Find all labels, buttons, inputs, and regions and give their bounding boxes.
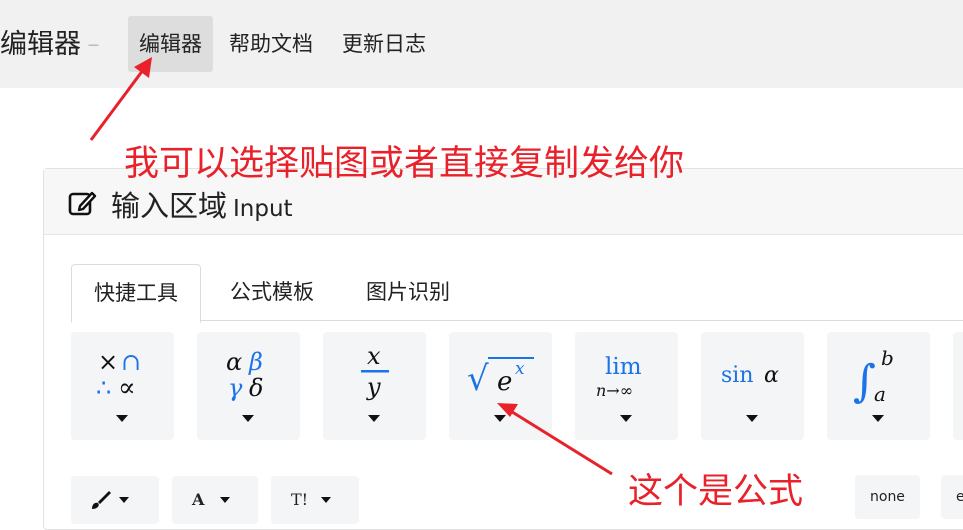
chevron-down-icon <box>116 415 128 422</box>
glyph: ∴ <box>96 374 111 402</box>
annotation-top: 我可以选择贴图或者直接复制发给你 <box>124 144 685 184</box>
chevron-down-icon <box>872 415 884 422</box>
glyph: γ <box>228 374 243 402</box>
glyph: × <box>98 348 118 376</box>
glyph: b <box>881 346 894 370</box>
glyph: e <box>497 367 512 397</box>
tool-greek-letters[interactable]: α β γ δ <box>197 332 300 440</box>
tool-operators[interactable]: × ∩ ∴ ∝ <box>71 332 174 440</box>
font-button[interactable]: A <box>172 476 258 524</box>
tool-fraction[interactable]: x y <box>323 332 426 440</box>
glyph: y <box>366 373 381 401</box>
text-size-button[interactable]: T! <box>271 476 359 524</box>
glyph: ∫ <box>853 356 876 407</box>
brand-logo: 编辑器 <box>0 29 81 60</box>
nav-editor[interactable]: 编辑器 <box>128 16 213 72</box>
glyph: x <box>367 342 381 370</box>
tabs-divider <box>71 320 963 321</box>
chevron-down-icon <box>620 415 632 422</box>
tool-limit[interactable]: lim n→∞ <box>575 332 678 440</box>
operators-icon: × ∩ ∴ ∝ <box>96 348 141 403</box>
chevron-down-icon <box>368 415 380 422</box>
glyph: a <box>874 382 886 406</box>
radical-exponent-icon: √ e x <box>467 357 534 399</box>
glyph: √ <box>467 359 489 399</box>
integral-icon: ∫ b a <box>853 346 894 407</box>
tab-formula-templates[interactable]: 公式模板 <box>208 264 336 320</box>
nav-help-docs[interactable]: 帮助文档 <box>218 16 324 72</box>
limit-icon: lim n→∞ <box>596 354 642 400</box>
tool-integral[interactable]: ∫ b a <box>827 332 930 440</box>
fraction-icon: x y <box>361 342 389 401</box>
glyph: lim <box>605 354 642 380</box>
glyph: sin <box>721 363 754 388</box>
glyph: δ <box>249 374 263 402</box>
tool-trig[interactable]: sin α <box>701 332 804 440</box>
glyph: α <box>764 363 779 388</box>
chevron-down-icon <box>321 497 331 503</box>
tool-more[interactable] <box>953 332 963 440</box>
chevron-down-icon <box>220 497 230 503</box>
chevron-down-icon <box>119 497 129 503</box>
card-title: 输入区域 Input <box>111 183 293 225</box>
card-title-sub: Input <box>233 196 293 222</box>
glyph: α <box>226 348 242 376</box>
trig-icon: sin α <box>721 363 779 388</box>
glyph: ∩ <box>121 348 141 376</box>
glyph: ∝ <box>118 373 136 403</box>
edit-icon <box>68 191 97 216</box>
style-pill-e[interactable]: e <box>941 475 963 519</box>
greek-letters-icon: α β γ δ <box>226 348 263 402</box>
top-bar: 编辑器 — 编辑器 帮助文档 更新日志 <box>0 0 963 88</box>
font-label: A <box>192 490 205 509</box>
chevron-down-icon <box>242 415 254 422</box>
glyph: n→∞ <box>596 381 633 400</box>
chevron-down-icon <box>746 415 758 422</box>
glyph: β <box>248 348 263 376</box>
card-title-text: 输入区域 <box>111 189 228 223</box>
input-area-card: 输入区域 Input 快捷工具 公式模板 图片识别 × ∩ ∴ ∝ α β γ δ… <box>43 168 963 530</box>
brush-style-button[interactable] <box>71 476 159 524</box>
annotation-bottom: 这个是公式 <box>628 472 804 512</box>
brand-subtitle: — <box>88 38 99 51</box>
brush-icon <box>92 491 111 509</box>
style-pill-none[interactable]: none <box>855 475 920 519</box>
tool-radical[interactable]: √ e x <box>449 332 552 440</box>
chevron-down-icon <box>494 415 506 422</box>
glyph: x <box>515 359 525 379</box>
tab-image-recognition[interactable]: 图片识别 <box>344 264 472 320</box>
tab-quick-tools[interactable]: 快捷工具 <box>71 264 201 323</box>
nav-changelog[interactable]: 更新日志 <box>331 16 437 72</box>
text-size-label: T! <box>291 490 309 509</box>
